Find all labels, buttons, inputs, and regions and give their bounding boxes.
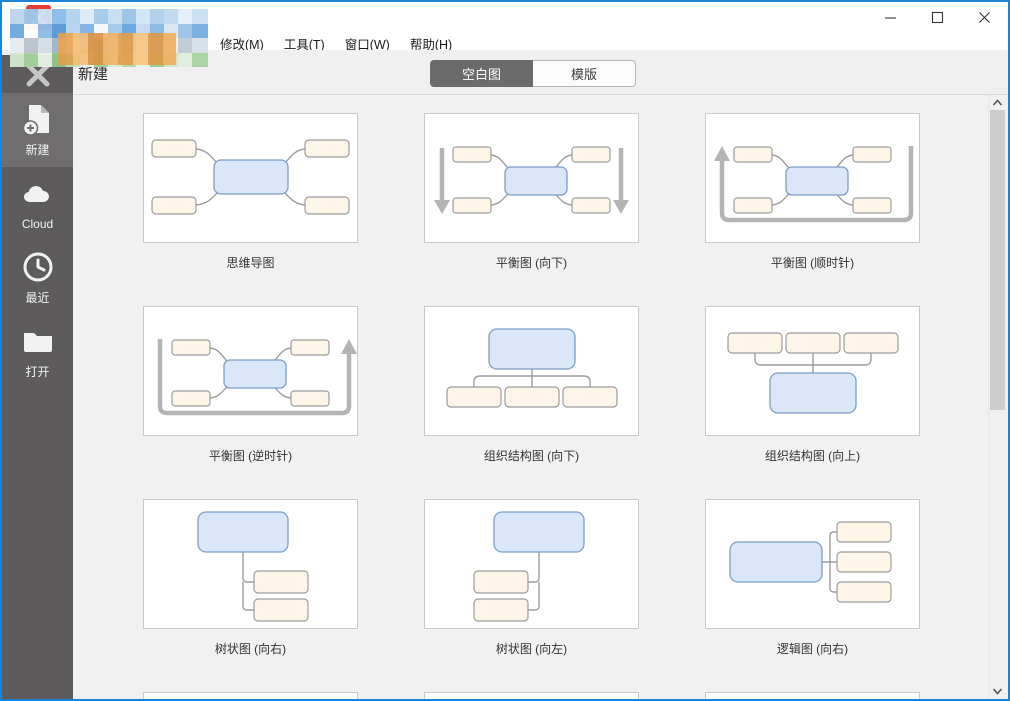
- template-card-org-chart-down[interactable]: 组织结构图 (向下): [424, 306, 639, 499]
- sidebar-item-label: 新建: [25, 141, 49, 158]
- scroll-up-button[interactable]: [989, 95, 1006, 110]
- scrollbar: [988, 95, 1005, 699]
- template-card-tree-left[interactable]: 树状图 (向左): [424, 499, 639, 692]
- tab-blank-map[interactable]: 空白图: [430, 60, 533, 87]
- template-card-tree-right[interactable]: 树状图 (向右): [143, 499, 358, 692]
- template-label: 树状图 (向左): [424, 640, 639, 657]
- sidebar-item-label: Cloud: [22, 217, 53, 231]
- thumbnail-tree-left: [425, 500, 638, 628]
- close-button[interactable]: [961, 2, 1008, 32]
- thumbnail-logic-right: [706, 500, 919, 628]
- template-label: 树状图 (向右): [143, 640, 358, 657]
- tab-template[interactable]: 模版: [533, 60, 636, 87]
- thumbnail-balance-clockwise: [706, 114, 919, 242]
- template-card-balance-counterclockwise[interactable]: 平衡图 (逆时针): [143, 306, 358, 499]
- template-label: 思维导图: [143, 254, 358, 271]
- cloud-icon: [21, 178, 55, 212]
- tab-group: 空白图 模版: [430, 60, 636, 87]
- censored-watermark: [10, 9, 208, 67]
- scrollbar-thumb[interactable]: [990, 110, 1005, 410]
- sidebar: 新建 Cloud 最近 打开: [2, 55, 73, 699]
- sidebar-item-label: 最近: [25, 289, 49, 306]
- thumbnail-org-chart-up: [706, 307, 919, 435]
- thumbnail-org-chart-down: [425, 307, 638, 435]
- template-label: 平衡图 (顺时针): [705, 254, 920, 271]
- thumbnail-balance-counterclockwise: [144, 307, 357, 435]
- template-card-partial[interactable]: [143, 692, 358, 699]
- template-label: 平衡图 (向下): [424, 254, 639, 271]
- template-label: 组织结构图 (向下): [424, 447, 639, 464]
- template-label: 组织结构图 (向上): [705, 447, 920, 464]
- close-icon: [978, 11, 991, 24]
- minimize-icon: [884, 11, 897, 24]
- template-card-partial[interactable]: [424, 692, 639, 699]
- maximize-icon: [931, 11, 944, 24]
- template-card-balance-clockwise[interactable]: 平衡图 (顺时针): [705, 113, 920, 306]
- template-label: 逻辑图 (向右): [705, 640, 920, 657]
- template-card-partial[interactable]: [705, 692, 920, 699]
- app-window: 修改(M) 工具(T) 窗口(W) 帮助(H): [0, 0, 1010, 701]
- template-card-balance-down[interactable]: 平衡图 (向下): [424, 113, 639, 306]
- thumbnail-balance-down: [425, 114, 638, 242]
- template-card-org-chart-up[interactable]: 组织结构图 (向上): [705, 306, 920, 499]
- maximize-button[interactable]: [914, 2, 961, 32]
- thumbnail-tree-right: [144, 500, 357, 628]
- sidebar-item-open[interactable]: 打开: [2, 315, 73, 389]
- scroll-down-button[interactable]: [989, 684, 1006, 699]
- sidebar-item-new[interactable]: 新建: [2, 93, 73, 167]
- sidebar-item-cloud[interactable]: Cloud: [2, 167, 73, 241]
- template-label: 平衡图 (逆时针): [143, 447, 358, 464]
- thumbnail-mindmap: [144, 114, 357, 242]
- chevron-up-icon: [992, 99, 1003, 106]
- chevron-down-icon: [992, 688, 1003, 695]
- minimize-button[interactable]: [867, 2, 914, 32]
- clock-icon: [21, 250, 55, 284]
- template-panel: 思维导图 平衡: [73, 95, 988, 699]
- folder-icon: [21, 324, 55, 358]
- template-card-mindmap[interactable]: 思维导图: [143, 113, 358, 306]
- template-grid: 思维导图 平衡: [73, 95, 988, 699]
- template-card-logic-right[interactable]: 逻辑图 (向右): [705, 499, 920, 692]
- new-document-icon: [21, 102, 55, 136]
- window-controls: [867, 2, 1008, 32]
- sidebar-item-recent[interactable]: 最近: [2, 241, 73, 315]
- sidebar-item-label: 打开: [25, 363, 49, 380]
